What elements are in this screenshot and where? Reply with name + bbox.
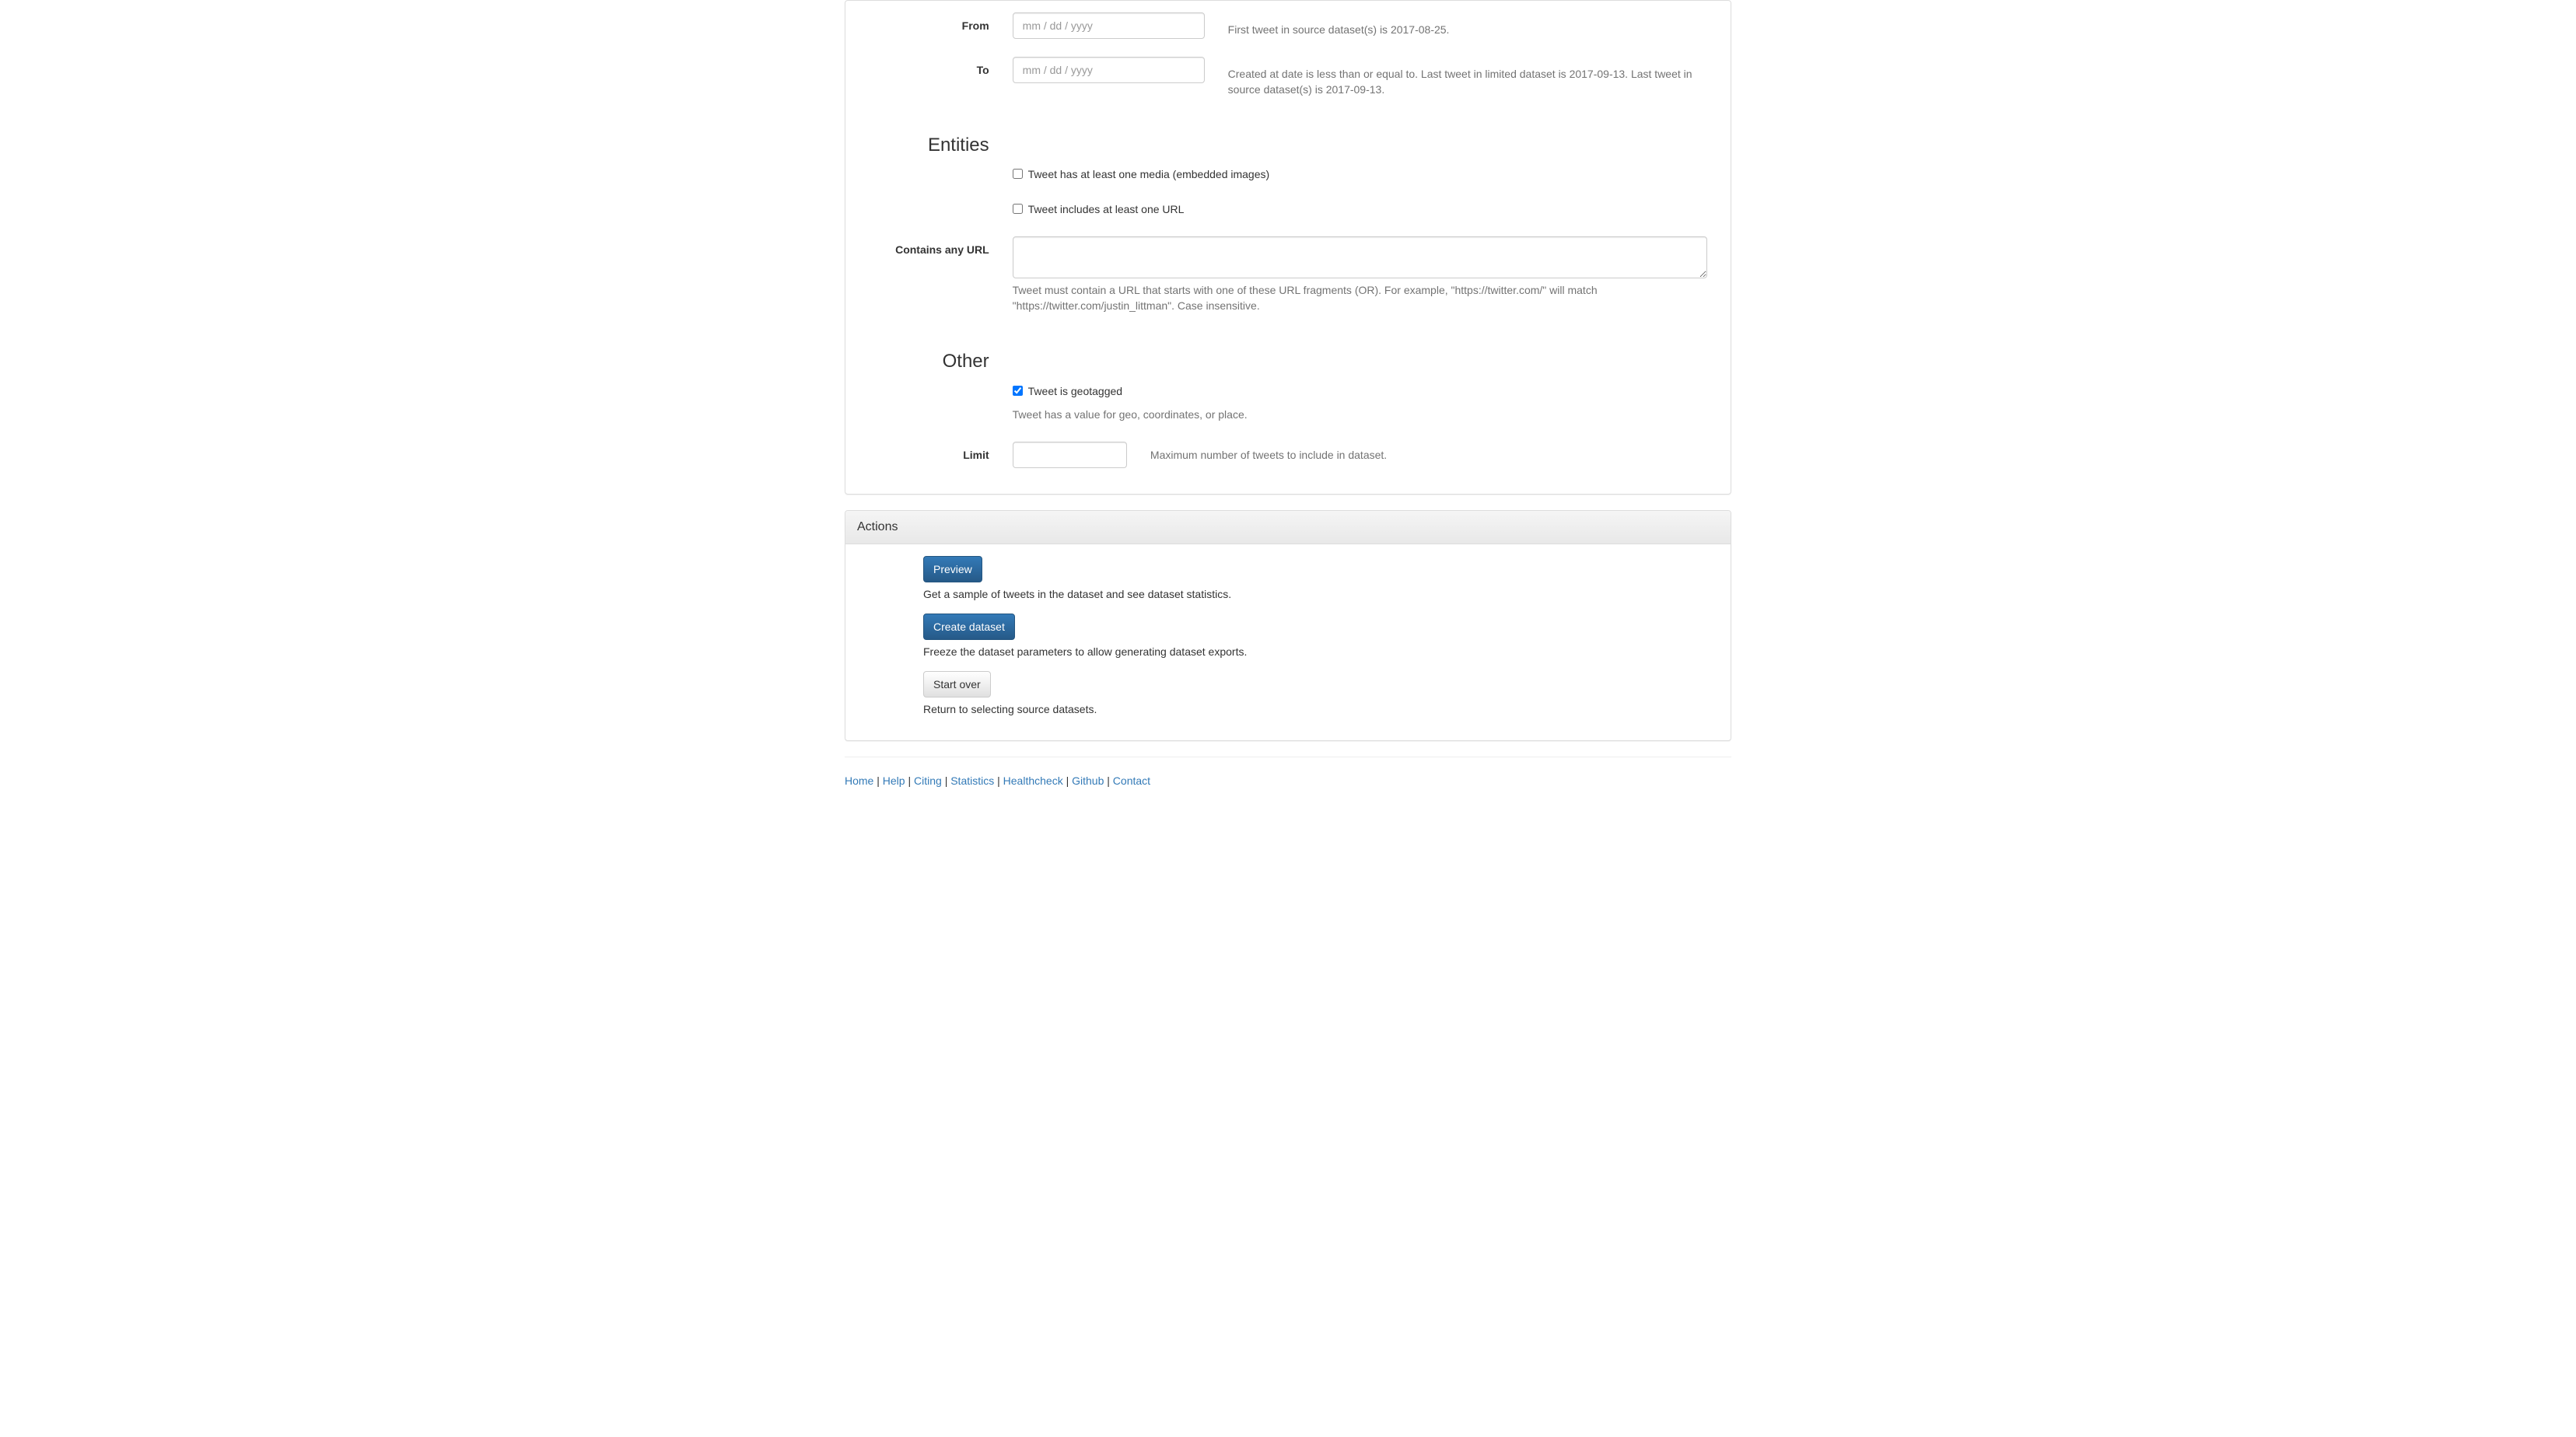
geotagged-label-wrap[interactable]: Tweet is geotagged: [1013, 385, 1122, 397]
entities-heading: Entities: [857, 132, 1001, 159]
has-media-checkbox-wrap: Tweet has at least one media (embedded i…: [1013, 166, 1707, 182]
footer-link-statistics[interactable]: Statistics: [950, 774, 994, 787]
has-media-checkbox[interactable]: [1013, 169, 1023, 179]
contains-url-input[interactable]: [1013, 236, 1707, 278]
footer-link-home[interactable]: Home: [845, 774, 873, 787]
to-input[interactable]: [1013, 57, 1205, 83]
to-label: To: [857, 57, 1001, 78]
other-heading: Other: [857, 348, 1001, 375]
actions-heading: Actions: [845, 511, 1731, 545]
has-url-label-wrap[interactable]: Tweet includes at least one URL: [1013, 203, 1185, 215]
from-input[interactable]: [1013, 12, 1205, 39]
footer-link-citing[interactable]: Citing: [914, 774, 942, 787]
footer-link-github[interactable]: Github: [1072, 774, 1104, 787]
contains-url-label: Contains any URL: [857, 236, 1001, 257]
contains-url-row: Contains any URL Tweet must contain a UR…: [857, 236, 1719, 321]
limit-label: Limit: [857, 442, 1001, 463]
from-row: From First tweet in source dataset(s) is…: [857, 12, 1719, 45]
has-url-label: Tweet includes at least one URL: [1028, 203, 1185, 215]
geotagged-checkbox-wrap: Tweet is geotagged: [1013, 383, 1707, 399]
to-row: To Created at date is less than or equal…: [857, 57, 1719, 105]
preview-desc: Get a sample of tweets in the dataset an…: [923, 586, 1719, 602]
from-label: From: [857, 12, 1001, 33]
geotagged-label: Tweet is geotagged: [1028, 385, 1122, 397]
to-help: Created at date is less than or equal to…: [1228, 66, 1707, 97]
has-url-checkbox[interactable]: [1013, 204, 1023, 214]
geotagged-help: Tweet has a value for geo, coordinates, …: [1013, 407, 1707, 422]
filters-panel: From First tweet in source dataset(s) is…: [845, 0, 1731, 495]
footer-link-healthcheck[interactable]: Healthcheck: [1003, 774, 1063, 787]
has-media-label-wrap[interactable]: Tweet has at least one media (embedded i…: [1013, 168, 1270, 180]
footer-link-contact[interactable]: Contact: [1113, 774, 1150, 787]
preview-button[interactable]: Preview: [923, 556, 982, 582]
from-help: First tweet in source dataset(s) is 2017…: [1228, 22, 1707, 37]
create-dataset-desc: Freeze the dataset parameters to allow g…: [923, 644, 1719, 659]
has-media-label: Tweet has at least one media (embedded i…: [1028, 168, 1270, 180]
limit-row: Limit Maximum number of tweets to includ…: [857, 442, 1719, 470]
has-url-checkbox-wrap: Tweet includes at least one URL: [1013, 201, 1707, 217]
footer-links: Home | Help | Citing | Statistics | Heal…: [845, 773, 1731, 788]
actions-panel: Actions Preview Get a sample of tweets i…: [845, 510, 1731, 742]
create-dataset-button[interactable]: Create dataset: [923, 614, 1015, 640]
footer-link-help[interactable]: Help: [883, 774, 905, 787]
limit-input[interactable]: [1013, 442, 1127, 468]
contains-url-help: Tweet must contain a URL that starts wit…: [1013, 282, 1707, 313]
start-over-button[interactable]: Start over: [923, 671, 991, 698]
limit-help: Maximum number of tweets to include in d…: [1150, 447, 1570, 463]
geotagged-checkbox[interactable]: [1013, 386, 1023, 396]
start-over-desc: Return to selecting source datasets.: [923, 701, 1719, 717]
